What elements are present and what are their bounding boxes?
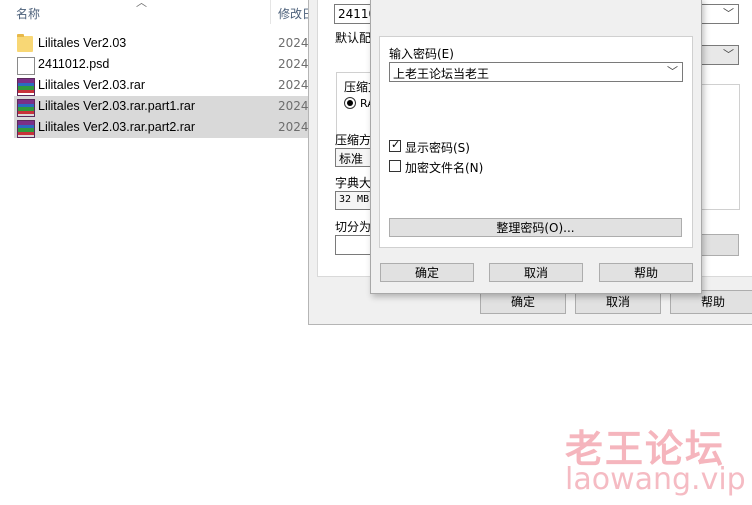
file-row-selected[interactable]: Lilitales Ver2.03.rar.part2.rar 2024/ [14, 117, 314, 138]
watermark-url: laowang.vip [565, 462, 746, 497]
split-volumes-label: 切分为 [335, 220, 372, 234]
file-row-selected[interactable]: Lilitales Ver2.03.rar.part1.rar 2024/ [14, 96, 314, 117]
password-value: 上老王论坛当老王 [393, 67, 490, 81]
chevron-down-icon[interactable]: ﹀ [723, 46, 734, 62]
dictionary-size-value: 32 MB [339, 194, 370, 205]
file-name: 2411012.psd [38, 57, 110, 71]
rar-format-radio[interactable] [344, 97, 356, 109]
radio-dot-icon [347, 100, 353, 106]
options-group [700, 84, 740, 210]
folder-icon [17, 34, 33, 52]
rar-archive-icon [17, 99, 35, 117]
password-cancel-button[interactable]: 取消 [489, 263, 583, 282]
dictionary-size-label: 字典大 [335, 176, 372, 190]
document-icon [17, 57, 35, 75]
default-profile-label: 默认配 [335, 31, 372, 45]
set-password-button[interactable] [700, 234, 739, 256]
show-password-checkbox[interactable] [389, 138, 401, 152]
organize-passwords-button[interactable]: 整理密码(O)... [389, 218, 682, 237]
column-divider[interactable] [270, 0, 271, 24]
file-row[interactable]: Lilitales Ver2.03 2024/ [14, 33, 314, 54]
file-name: Lilitales Ver2.03.rar [38, 78, 146, 92]
column-name-header[interactable]: 名称 [16, 5, 40, 22]
dictionary-size-select[interactable]: 32 MB [335, 191, 375, 210]
password-ok-button[interactable]: 确定 [380, 263, 474, 282]
file-name: Lilitales Ver2.03.rar.part2.rar [38, 120, 196, 134]
encrypt-filenames-label: 加密文件名(N) [405, 161, 484, 175]
compression-method-select[interactable]: 标准 [335, 148, 375, 167]
rar-archive-icon [17, 78, 35, 96]
compression-method-value: 标准 [339, 152, 364, 166]
enter-password-label: 输入密码(E) [389, 47, 454, 61]
file-row[interactable]: 2411012.psd 2024/ [14, 54, 314, 75]
show-password-label: 显示密码(S) [405, 141, 470, 155]
file-name: Lilitales Ver2.03.rar.part1.rar [38, 99, 196, 113]
chevron-down-icon[interactable]: ﹀ [723, 5, 734, 21]
split-volumes-field[interactable] [335, 235, 375, 255]
sort-ascending-icon: ︿ [136, 0, 147, 9]
chevron-down-icon[interactable]: ﹀ [667, 63, 678, 79]
file-name: Lilitales Ver2.03 [38, 36, 127, 50]
compression-method-label: 压缩方 [335, 133, 372, 147]
encrypt-filenames-checkbox[interactable] [389, 160, 401, 172]
file-row[interactable]: Lilitales Ver2.03.rar 2024/ [14, 75, 314, 96]
update-mode-select[interactable]: ﹀ [700, 45, 739, 65]
password-help-button[interactable]: 帮助 [599, 263, 693, 282]
password-input[interactable]: 上老王论坛当老王 ﹀ [389, 62, 683, 82]
rar-archive-icon [17, 120, 35, 138]
